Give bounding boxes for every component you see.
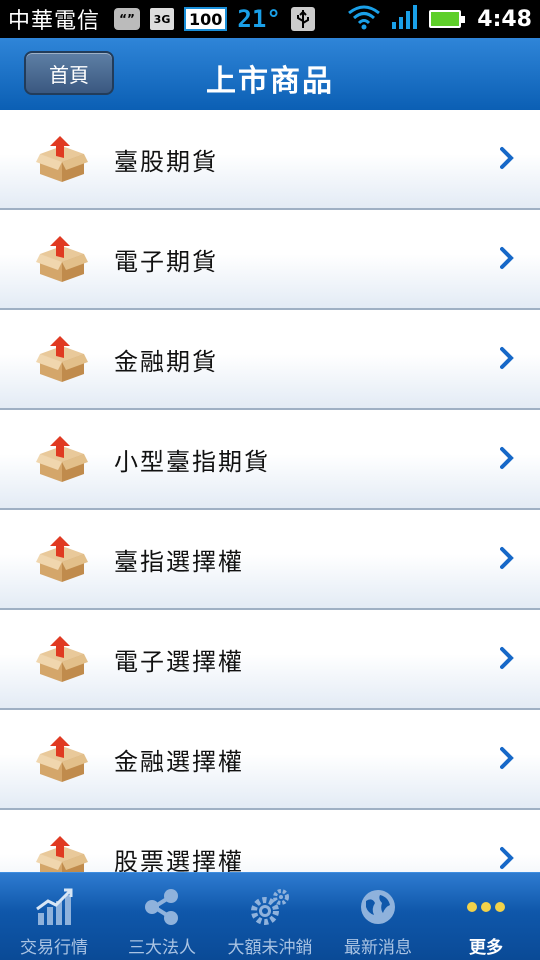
notification-icons: “” 3G 100 21° xyxy=(114,5,315,33)
tab-label: 交易行情 xyxy=(20,938,88,958)
globe-icon xyxy=(358,887,398,927)
chevron-right-icon xyxy=(500,846,514,870)
chevron-right-icon xyxy=(500,546,514,570)
list-item[interactable]: 股票選擇權 xyxy=(0,810,540,872)
signal-icon xyxy=(391,4,419,34)
page-title: 上市商品 xyxy=(206,64,334,99)
product-box-icon xyxy=(36,536,88,584)
nav-header: 首頁 上市商品 xyxy=(0,38,540,110)
product-box-icon xyxy=(36,836,88,872)
tab-label: 三大法人 xyxy=(128,938,196,958)
list-item-label: 小型臺指期貨 xyxy=(114,448,270,476)
chevron-right-icon xyxy=(500,246,514,270)
tab-label: 最新消息 xyxy=(344,938,412,958)
list-item[interactable]: 電子選擇權 xyxy=(0,610,540,710)
network-3g-icon: 3G xyxy=(150,8,175,30)
list-item-label: 電子期貨 xyxy=(114,248,218,276)
product-box-icon xyxy=(36,636,88,684)
tab-label: 大額未沖銷 xyxy=(227,938,313,958)
tab-market-quotes[interactable]: 交易行情 xyxy=(0,873,108,960)
tab-institutional-investors[interactable]: 三大法人 xyxy=(108,873,216,960)
message-icon: “” xyxy=(114,8,141,30)
chevron-right-icon xyxy=(500,446,514,470)
carrier-name: 中華電信 xyxy=(8,9,101,34)
status-bar: 中華電信 “” 3G 100 21° 4:48 xyxy=(0,0,540,38)
bottom-tab-bar: 交易行情 三大法人 大額未沖銷 最新消息 更多 xyxy=(0,872,540,960)
gears-icon xyxy=(250,887,290,927)
tab-label: 更多 xyxy=(469,938,503,958)
wifi-icon xyxy=(347,4,381,34)
tab-more[interactable]: 更多 xyxy=(432,873,540,960)
chevron-right-icon xyxy=(500,646,514,670)
list-item[interactable]: 臺股期貨 xyxy=(0,110,540,210)
chevron-right-icon xyxy=(500,346,514,370)
product-list[interactable]: 臺股期貨 電子期貨 金融期貨 小型臺指期貨 臺指選擇權 電子選擇權 金融選擇權 … xyxy=(0,110,540,872)
chevron-right-icon xyxy=(500,746,514,770)
clock: 4:48 xyxy=(477,6,532,32)
chevron-right-icon xyxy=(500,146,514,170)
list-item-label: 臺指選擇權 xyxy=(114,548,244,576)
product-box-icon xyxy=(36,736,88,784)
product-box-icon xyxy=(36,436,88,484)
share-nodes-icon xyxy=(142,887,182,927)
product-box-icon xyxy=(36,136,88,184)
chart-icon xyxy=(34,887,74,927)
list-item[interactable]: 金融選擇權 xyxy=(0,710,540,810)
list-item-label: 金融選擇權 xyxy=(114,748,244,776)
list-item-label: 電子選擇權 xyxy=(114,648,244,676)
more-dots-icon xyxy=(466,887,506,927)
list-item[interactable]: 電子期貨 xyxy=(0,210,540,310)
tab-open-interest[interactable]: 大額未沖銷 xyxy=(216,873,324,960)
list-item[interactable]: 小型臺指期貨 xyxy=(0,410,540,510)
list-item-label: 股票選擇權 xyxy=(114,848,244,872)
battery-icon xyxy=(429,10,466,28)
list-item[interactable]: 臺指選擇權 xyxy=(0,510,540,610)
list-item[interactable]: 金融期貨 xyxy=(0,310,540,410)
list-item-label: 金融期貨 xyxy=(114,348,218,376)
battery-100-icon: 100 xyxy=(184,7,228,31)
tab-latest-news[interactable]: 最新消息 xyxy=(324,873,432,960)
product-box-icon xyxy=(36,236,88,284)
list-item-label: 臺股期貨 xyxy=(114,148,218,176)
usb-icon xyxy=(290,7,315,31)
temperature-icon: 21° xyxy=(237,5,281,33)
product-box-icon xyxy=(36,336,88,384)
